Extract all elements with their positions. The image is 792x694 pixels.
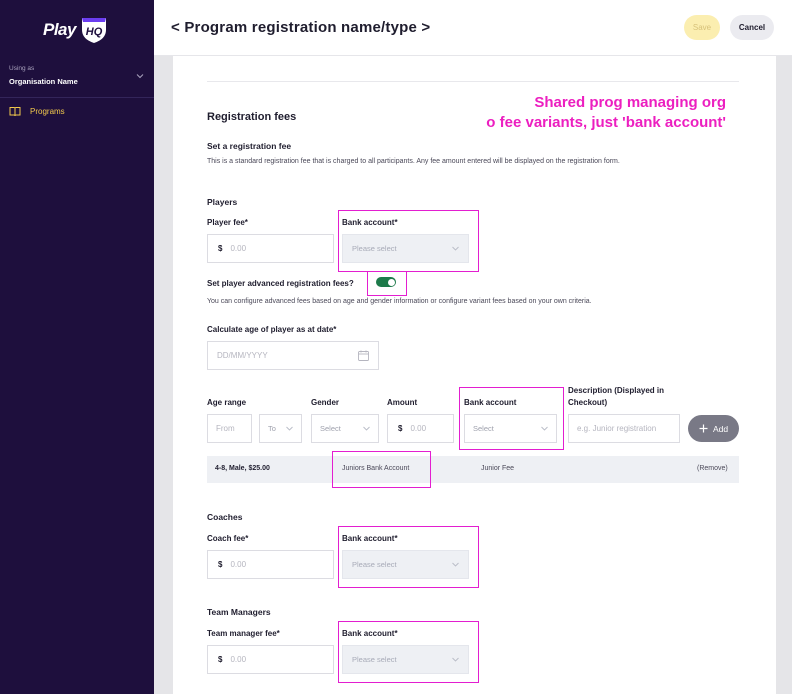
variant-description-input[interactable]: e.g. Junior registration bbox=[568, 414, 680, 443]
manager-fee-label: Team manager fee* bbox=[207, 629, 280, 638]
save-button[interactable]: Save bbox=[684, 15, 720, 40]
book-icon bbox=[9, 106, 21, 116]
variant-bank-select[interactable]: Select bbox=[464, 414, 557, 443]
playhq-logo[interactable]: Play HQ bbox=[43, 14, 113, 48]
variant-amount-input[interactable]: $ 0.00 bbox=[387, 414, 454, 443]
team-managers-title: Team Managers bbox=[207, 607, 271, 617]
chevron-down-icon bbox=[363, 426, 370, 431]
col-amount: Amount bbox=[387, 398, 418, 407]
currency-symbol: $ bbox=[218, 244, 223, 253]
registration-card: Shared prog managing org o fee variants,… bbox=[173, 56, 776, 694]
page-header: < Program registration name/type > Save … bbox=[154, 0, 792, 56]
advanced-fees-description: You can configure advanced fees based on… bbox=[207, 298, 592, 305]
logo-badge-icon: HQ bbox=[82, 18, 106, 43]
age-from-input[interactable]: From bbox=[207, 414, 252, 443]
cancel-button[interactable]: Cancel bbox=[730, 15, 774, 40]
coach-fee-input[interactable]: $ 0.00 bbox=[207, 550, 334, 579]
col-description: Description (Displayed in Checkout) bbox=[568, 386, 665, 407]
calendar-icon[interactable] bbox=[358, 350, 369, 361]
chevron-down-icon bbox=[286, 426, 293, 431]
coach-bank-select[interactable]: Please select bbox=[342, 550, 469, 579]
sidebar-item-label: Programs bbox=[30, 106, 65, 116]
player-bank-select[interactable]: Please select bbox=[342, 234, 469, 263]
player-fee-input[interactable]: $ 0.00 bbox=[207, 234, 334, 263]
coach-bank-label: Bank account* bbox=[342, 534, 398, 543]
annotation-note: Shared prog managing org o fee variants,… bbox=[403, 93, 726, 133]
set-fee-description: This is a standard registration fee that… bbox=[207, 158, 620, 165]
manager-fee-input[interactable]: $ 0.00 bbox=[207, 645, 334, 674]
currency-symbol: $ bbox=[398, 424, 403, 433]
chevron-down-icon bbox=[452, 657, 459, 662]
sidebar-item-programs[interactable]: Programs bbox=[9, 104, 65, 118]
advanced-fees-label: Set player advanced registration fees? bbox=[207, 279, 354, 288]
org-name[interactable]: Organisation Name bbox=[9, 77, 78, 86]
registration-fees-title: Registration fees bbox=[207, 111, 297, 123]
page-title[interactable]: < Program registration name/type > bbox=[171, 19, 430, 36]
col-gender: Gender bbox=[311, 398, 340, 407]
plus-icon bbox=[699, 424, 708, 433]
toggle-knob bbox=[387, 278, 395, 286]
table-row bbox=[207, 456, 739, 483]
coach-bank-placeholder: Please select bbox=[352, 560, 397, 569]
chevron-down-icon bbox=[452, 246, 459, 251]
players-title: Players bbox=[207, 197, 238, 207]
add-variant-button[interactable]: Add bbox=[688, 415, 739, 442]
variant-bank-placeholder: Select bbox=[473, 424, 494, 433]
sidebar: Play HQ Using as Organisation Name Progr… bbox=[0, 0, 154, 694]
age-to-placeholder: To bbox=[268, 424, 276, 433]
col-age-range: Age range bbox=[207, 398, 247, 407]
player-bank-label: Bank account* bbox=[342, 218, 398, 227]
variant-row-summary: 4-8, Male, $25.00 bbox=[215, 465, 270, 472]
currency-symbol: $ bbox=[218, 655, 223, 664]
age-date-label: Calculate age of player as at date* bbox=[207, 325, 337, 334]
currency-symbol: $ bbox=[218, 560, 223, 569]
gender-placeholder: Select bbox=[320, 424, 341, 433]
gender-select[interactable]: Select bbox=[311, 414, 379, 443]
logo-text: Play bbox=[43, 20, 76, 39]
chevron-down-icon bbox=[452, 562, 459, 567]
variant-description-placeholder: e.g. Junior registration bbox=[577, 424, 657, 433]
manager-bank-label: Bank account* bbox=[342, 629, 398, 638]
annotation-line-1: Shared prog managing org bbox=[534, 94, 726, 111]
advanced-fees-toggle[interactable] bbox=[376, 277, 396, 287]
set-fee-title: Set a registration fee bbox=[207, 141, 292, 151]
player-bank-placeholder: Please select bbox=[352, 244, 397, 253]
coach-fee-label: Coach fee* bbox=[207, 534, 249, 543]
manager-bank-placeholder: Please select bbox=[352, 655, 397, 664]
variant-amount-placeholder: 0.00 bbox=[410, 424, 427, 433]
variant-row-remove-link[interactable]: (Remove) bbox=[697, 465, 728, 472]
manager-bank-select[interactable]: Please select bbox=[342, 645, 469, 674]
add-variant-label: Add bbox=[712, 423, 729, 434]
coach-fee-placeholder: 0.00 bbox=[230, 560, 247, 569]
using-as-label: Using as bbox=[9, 65, 35, 72]
annotation-line-2: o fee variants, just 'bank account' bbox=[486, 114, 726, 131]
chevron-down-icon[interactable] bbox=[136, 72, 144, 80]
player-fee-label: Player fee* bbox=[207, 218, 248, 227]
variant-row-description: Junior Fee bbox=[481, 465, 515, 472]
age-to-select[interactable]: To bbox=[259, 414, 302, 443]
player-fee-placeholder: 0.00 bbox=[230, 244, 247, 253]
manager-fee-placeholder: 0.00 bbox=[230, 655, 247, 664]
coaches-title: Coaches bbox=[207, 512, 243, 522]
age-date-input[interactable]: DD/MM/YYYY bbox=[207, 341, 379, 370]
sidebar-divider bbox=[0, 97, 154, 98]
chevron-down-icon bbox=[541, 426, 548, 431]
divider bbox=[207, 81, 739, 82]
highlight-box bbox=[332, 451, 431, 488]
age-date-placeholder: DD/MM/YYYY bbox=[217, 351, 268, 360]
logo-badge-text: HQ bbox=[86, 26, 103, 38]
age-from-placeholder: From bbox=[216, 424, 235, 433]
